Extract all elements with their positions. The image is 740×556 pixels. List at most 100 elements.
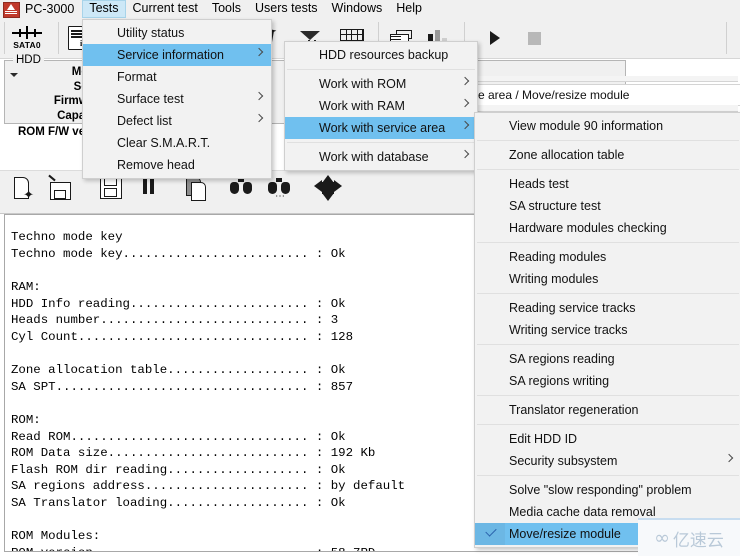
sata-port-icon: [10, 26, 44, 39]
menu-separator: [477, 140, 739, 141]
log-text: Techno mode key Techno mode key.........…: [11, 230, 406, 551]
chevron-right-icon: [254, 91, 264, 101]
menu-item-label: Hardware modules checking: [509, 221, 667, 235]
menu-item-label: Heads test: [509, 177, 569, 191]
chevron-right-icon: [460, 149, 470, 159]
menu-separator: [477, 395, 739, 396]
menu-separator: [287, 69, 475, 70]
stop-icon: [528, 31, 541, 45]
menu-item-reading-service-tracks[interactable]: Reading service tracks: [475, 297, 740, 319]
menu-item-label: HDD resources backup: [319, 48, 449, 62]
menu-item-hdd-resources-backup[interactable]: HDD resources backup: [285, 44, 477, 66]
menu-item-remove-head[interactable]: Remove head: [83, 154, 271, 176]
pause-button[interactable]: [142, 177, 156, 194]
menu-item-sa-structure-test[interactable]: SA structure test: [475, 195, 740, 217]
menu-item-label: Service information: [117, 48, 224, 62]
sata-port-button[interactable]: SATA0: [10, 21, 44, 55]
menu-item-label: Clear S.M.A.R.T.: [117, 136, 211, 150]
chevron-right-icon: [460, 98, 470, 108]
menu-item-hardware-modules-checking[interactable]: Hardware modules checking: [475, 217, 740, 239]
app-title: PC-3000: [25, 2, 75, 16]
app-logo-icon: [2, 1, 20, 18]
menu-separator: [287, 142, 475, 143]
menu-item-label: Writing modules: [509, 272, 599, 286]
chevron-right-icon: [254, 113, 264, 123]
menu-item-label: Format: [117, 70, 157, 84]
menu-item-service-information[interactable]: Service information: [83, 44, 271, 66]
menu-item-label: Translator regeneration: [509, 403, 639, 417]
sata-port-label: SATA0: [13, 40, 41, 50]
menubar-item-windows[interactable]: Windows: [325, 0, 390, 18]
menu-item-view-module-90-information[interactable]: View module 90 information: [475, 115, 740, 137]
menu-item-label: Work with RAM: [319, 99, 405, 113]
menu-separator: [477, 475, 739, 476]
breadcrumb-divider-top: [474, 76, 738, 82]
menu-item-label: Move/resize module: [509, 527, 621, 541]
menu-item-label: Media cache data removal: [509, 505, 656, 519]
menu-work-with-service-area: View module 90 information Zone allocati…: [474, 112, 740, 548]
move-resize-icon: [314, 175, 342, 201]
new-document-button[interactable]: ✦: [14, 177, 34, 201]
menu-item-zone-allocation-table[interactable]: Zone allocation table: [475, 144, 740, 166]
watermark-text: 亿速云: [672, 530, 724, 551]
menu-item-label: SA structure test: [509, 199, 601, 213]
menu-item-label: Defect list: [117, 114, 172, 128]
menu-item-work-with-rom[interactable]: Work with ROM: [285, 73, 477, 95]
save-to-disk-icon: [48, 174, 72, 200]
menu-item-work-with-database[interactable]: Work with database: [285, 146, 477, 168]
menu-item-utility-status[interactable]: Utility status: [83, 22, 271, 44]
menu-item-label: Edit HDD ID: [509, 432, 578, 446]
menu-item-translator-regeneration[interactable]: Translator regeneration: [475, 399, 740, 421]
menu-item-surface-test[interactable]: Surface test: [83, 88, 271, 110]
menu-item-sa-regions-reading[interactable]: SA regions reading: [475, 348, 740, 370]
menu-item-security-subsystem[interactable]: Security subsystem: [475, 450, 740, 472]
menu-item-label: SA regions writing: [509, 374, 610, 388]
menu-separator: [477, 293, 739, 294]
menu-item-work-with-service-area[interactable]: Work with service area: [285, 117, 477, 139]
menubar-item-help[interactable]: Help: [389, 0, 429, 18]
menu-item-format[interactable]: Format: [83, 66, 271, 88]
menu-item-defect-list[interactable]: Defect list: [83, 110, 271, 132]
menubar-item-tools[interactable]: Tools: [205, 0, 248, 18]
menu-item-label: Work with database: [319, 150, 429, 164]
menu-item-writing-service-tracks[interactable]: Writing service tracks: [475, 319, 740, 341]
menubar-item-current-test[interactable]: Current test: [126, 0, 205, 18]
save-icon: [100, 177, 122, 199]
menu-item-clear-smart[interactable]: Clear S.M.A.R.T.: [83, 132, 271, 154]
chevron-right-icon: [460, 76, 470, 86]
save-to-disk-button[interactable]: [48, 174, 72, 200]
menu-item-reading-modules[interactable]: Reading modules: [475, 246, 740, 268]
menubar-item-tests[interactable]: Tests: [82, 0, 126, 18]
menubar-item-users-tests[interactable]: Users tests: [248, 0, 325, 18]
menu-item-edit-hdd-id[interactable]: Edit HDD ID: [475, 428, 740, 450]
watermark-glyph: ∞: [654, 526, 670, 549]
find-icon: [230, 177, 252, 194]
stop-button[interactable]: [528, 21, 541, 55]
find-button[interactable]: [230, 177, 252, 194]
find-next-icon: ⋯: [268, 177, 290, 202]
menu-item-sa-regions-writing[interactable]: SA regions writing: [475, 370, 740, 392]
menu-item-label: View module 90 information: [509, 119, 664, 133]
save-button[interactable]: [100, 177, 122, 199]
menu-item-label: Surface test: [117, 92, 184, 106]
move-resize-button[interactable]: [314, 175, 342, 201]
menu-item-label: Security subsystem: [509, 454, 618, 468]
breadcrumb-divider: [474, 105, 738, 112]
toolbar-separator: [4, 22, 5, 54]
find-next-button[interactable]: ⋯: [268, 177, 290, 202]
rom-fw-label: ROM F/W ve: [18, 126, 86, 138]
menu-tests: Utility status Service information Forma…: [82, 19, 272, 179]
menu-item-writing-modules[interactable]: Writing modules: [475, 268, 740, 290]
menu-item-label: Utility status: [117, 26, 185, 40]
copy-button[interactable]: [184, 177, 208, 201]
menu-item-work-with-ram[interactable]: Work with RAM: [285, 95, 477, 117]
menu-item-heads-test[interactable]: Heads test: [475, 173, 740, 195]
menu-item-solve-slow-responding-problem[interactable]: Solve "slow responding" problem: [475, 479, 740, 501]
play-button[interactable]: [490, 21, 500, 55]
menu-item-label: Reading service tracks: [509, 301, 636, 315]
menu-separator: [477, 344, 739, 345]
copy-icon: [184, 177, 208, 201]
menu-item-label: Remove head: [117, 158, 195, 172]
menu-separator: [477, 169, 739, 170]
chevron-down-icon[interactable]: [10, 73, 18, 77]
